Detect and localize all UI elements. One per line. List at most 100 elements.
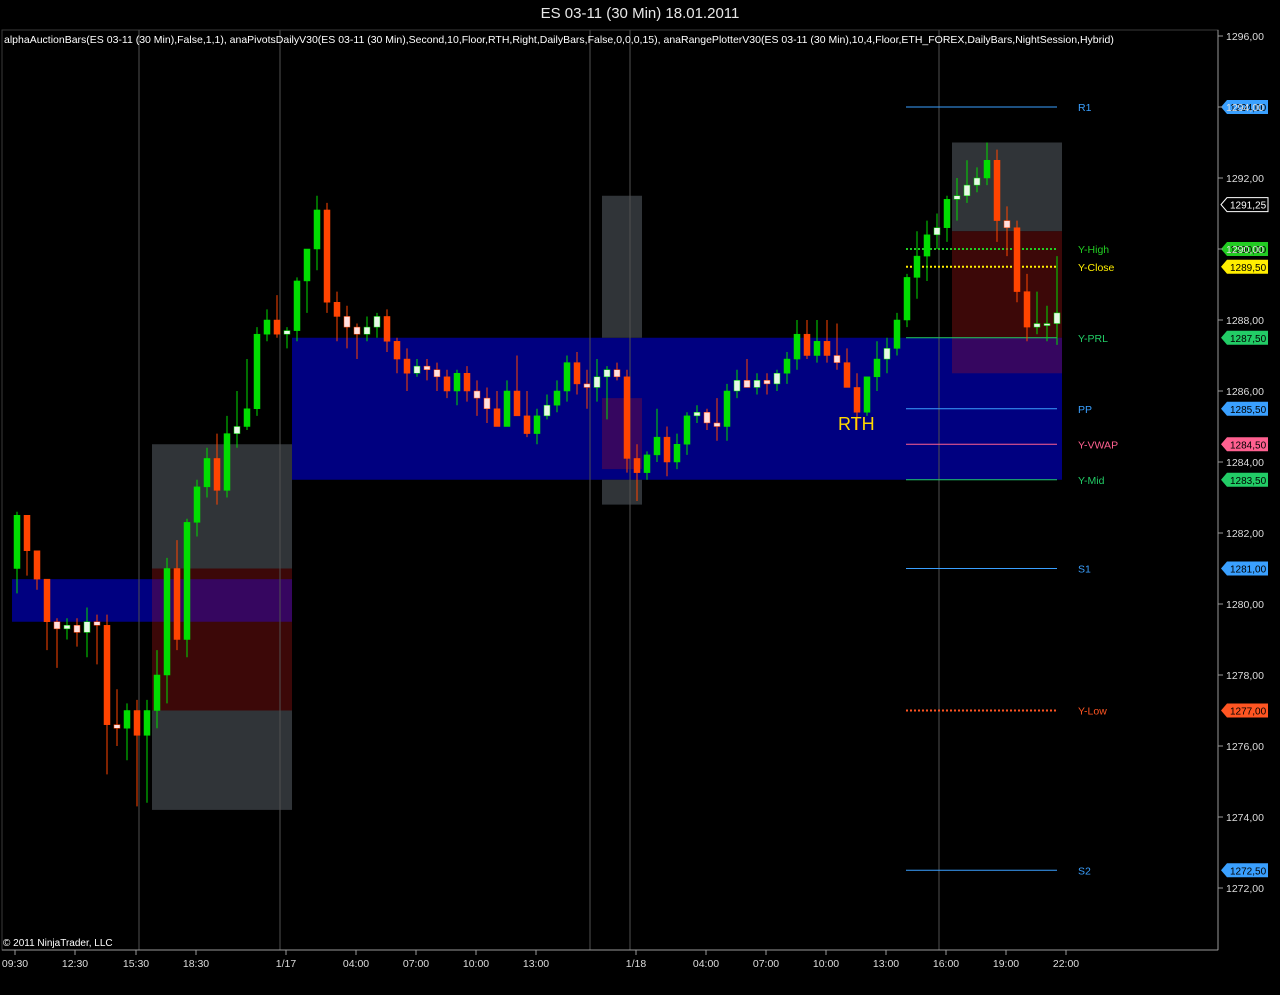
candle-body bbox=[493, 408, 501, 427]
candle-body bbox=[433, 369, 441, 378]
time-tick-label: 12:30 bbox=[62, 958, 88, 970]
candle-body bbox=[123, 710, 131, 729]
candle-body bbox=[413, 365, 421, 374]
candle-body bbox=[223, 433, 231, 491]
candle-body bbox=[893, 319, 901, 349]
axis-tick-label: 1286,00 bbox=[1226, 386, 1264, 398]
pivot-label-s1: S1 bbox=[1078, 564, 1091, 576]
candle-body bbox=[403, 358, 411, 374]
time-tick-label: 1/18 bbox=[626, 958, 647, 970]
indicator-description: alphaAuctionBars(ES 03-11 (30 Min),False… bbox=[4, 34, 1114, 46]
session-label: RTH bbox=[838, 414, 875, 434]
pivot-label-r1: R1 bbox=[1078, 102, 1092, 114]
candle-body bbox=[733, 380, 741, 392]
candle-body bbox=[523, 415, 531, 434]
price-tag-s1: 1281,00 bbox=[1221, 561, 1268, 576]
range-box-eth-upper bbox=[152, 444, 292, 569]
candle-body bbox=[803, 333, 811, 356]
last-price-tag: 1291,25 bbox=[1220, 197, 1269, 213]
pivot-label-y-low: Y-Low bbox=[1078, 706, 1107, 718]
time-tick-label: 15:30 bbox=[123, 958, 149, 970]
candle-body bbox=[113, 724, 121, 729]
candle-body bbox=[653, 436, 661, 456]
time-tick-label: 22:00 bbox=[1053, 958, 1079, 970]
range-box-overlap bbox=[952, 337, 1062, 374]
candle-body bbox=[33, 550, 41, 580]
candle-body bbox=[933, 227, 941, 236]
candle-body bbox=[873, 358, 881, 378]
candle-body bbox=[203, 458, 211, 488]
pivot-label-y-prl: Y-PRL bbox=[1078, 333, 1108, 345]
candle-body bbox=[853, 387, 861, 413]
candle-body bbox=[243, 408, 251, 427]
candle-body bbox=[353, 326, 361, 335]
candle-body bbox=[103, 625, 111, 725]
candle-body bbox=[283, 330, 291, 335]
candle-body bbox=[43, 578, 51, 623]
time-tick-label: 07:00 bbox=[403, 958, 429, 970]
price-tag-text: 1285,50 bbox=[1230, 405, 1267, 416]
price-tag-y-vwap: 1284,50 bbox=[1221, 437, 1268, 452]
candle bbox=[283, 327, 291, 349]
price-tag-text: 1287,50 bbox=[1230, 334, 1267, 345]
axis-tick-label: 1280,00 bbox=[1226, 599, 1264, 611]
axis-tick-label: 1284,00 bbox=[1226, 457, 1264, 469]
candle bbox=[73, 618, 81, 647]
candle-body bbox=[133, 710, 141, 736]
candle-body bbox=[613, 369, 621, 378]
candle bbox=[243, 359, 251, 431]
time-tick-label: 13:00 bbox=[523, 958, 549, 970]
candle-body bbox=[383, 316, 391, 342]
time-tick-label: 10:00 bbox=[813, 958, 839, 970]
price-chart[interactable]: R1 Y-High Y-Close Y-PRL PP Y-VWAP Y-Mid S1 Y-Low… bbox=[0, 0, 1280, 995]
candle-body bbox=[473, 390, 481, 399]
candle-body bbox=[903, 277, 911, 321]
candle-body bbox=[773, 373, 781, 385]
time-tick-label: 13:00 bbox=[873, 958, 899, 970]
axis-tick-label: 1294,00 bbox=[1226, 102, 1264, 114]
price-tag-pp: 1285,50 bbox=[1221, 401, 1268, 416]
candle-body bbox=[293, 280, 301, 331]
price-tag-s2: 1272,50 bbox=[1221, 863, 1268, 878]
candle bbox=[43, 578, 51, 651]
candle-body bbox=[573, 362, 581, 385]
candle-body bbox=[843, 362, 851, 388]
price-tag-text: 1272,50 bbox=[1230, 866, 1267, 877]
axis-tick-label: 1272,00 bbox=[1226, 883, 1264, 895]
candle-body bbox=[143, 710, 151, 736]
candle-body bbox=[583, 383, 591, 388]
candle-body bbox=[453, 373, 461, 392]
candle bbox=[93, 614, 101, 665]
candle bbox=[923, 220, 931, 281]
candle-body bbox=[713, 422, 721, 427]
candle-body bbox=[743, 380, 751, 388]
candle bbox=[623, 369, 631, 473]
candle-body bbox=[693, 412, 701, 417]
price-tag-text: 1283,50 bbox=[1230, 476, 1267, 487]
time-tick-label: 18:30 bbox=[183, 958, 209, 970]
candle-body bbox=[273, 319, 281, 335]
candle bbox=[253, 327, 261, 416]
candle-body bbox=[1023, 291, 1031, 328]
candle-body bbox=[563, 362, 571, 392]
candle-body bbox=[943, 199, 951, 228]
candle-body bbox=[233, 426, 241, 434]
candle-body bbox=[503, 390, 511, 427]
candle bbox=[123, 703, 131, 761]
range-box-eth-upper bbox=[602, 479, 642, 505]
candle-body bbox=[863, 376, 871, 413]
candle-body bbox=[173, 568, 181, 640]
candle-body bbox=[153, 674, 161, 711]
candle-body bbox=[813, 341, 821, 356]
candle-body bbox=[313, 209, 321, 250]
candle-body bbox=[363, 326, 371, 335]
candle-body bbox=[643, 454, 651, 473]
price-tag-text: 1277,00 bbox=[1230, 707, 1267, 718]
candle-body bbox=[823, 341, 831, 356]
candle-body bbox=[53, 621, 61, 630]
time-tick-label: 09:30 bbox=[2, 958, 28, 970]
session-range-boxes bbox=[12, 142, 1062, 810]
candle-body bbox=[553, 390, 561, 406]
candle-body bbox=[463, 373, 471, 392]
candle bbox=[903, 273, 911, 328]
